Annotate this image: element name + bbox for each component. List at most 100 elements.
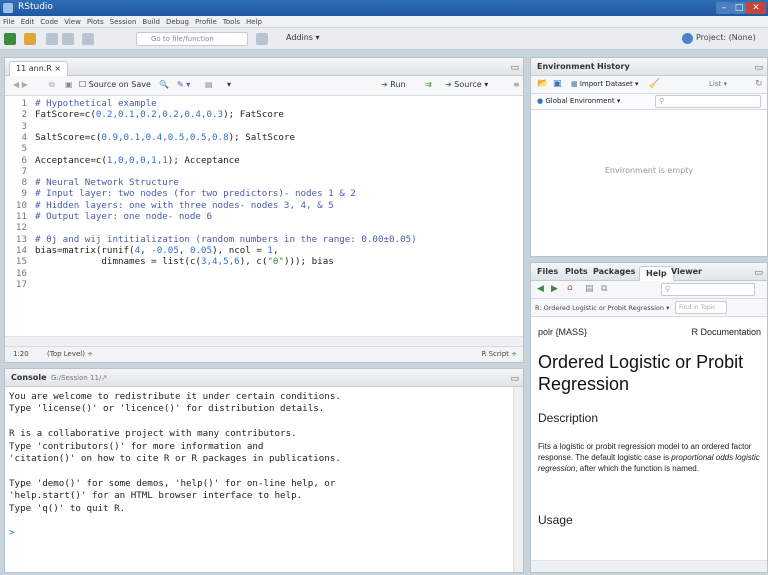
list-view-selector[interactable]: List ▾ xyxy=(709,80,727,88)
code-tools-icon[interactable]: ✎ ▾ xyxy=(177,80,190,89)
code-text: FatScore=c(0.2,0.1,0.2,0.2,0.4,0.3); Fat… xyxy=(35,109,284,120)
tab-plots[interactable]: Plots xyxy=(565,267,588,276)
console-minmax-icon[interactable]: ▭ xyxy=(510,374,519,384)
line-number: 15 xyxy=(15,256,27,268)
close-button[interactable]: ✕ xyxy=(746,2,766,14)
compile-report-icon[interactable]: ▤ xyxy=(205,80,213,89)
code-token: # Output layer: one node- node 6 xyxy=(35,211,213,222)
refresh-icon[interactable]: ↻ xyxy=(755,79,763,89)
code-token: 0.05 xyxy=(189,244,213,256)
code-token: , xyxy=(140,244,152,256)
tab-viewer[interactable]: Viewer xyxy=(671,267,702,276)
menu-help[interactable]: Help xyxy=(243,16,265,28)
code-token: ), ncol = xyxy=(212,244,268,256)
code-text: # Output layer: one node- node 6 xyxy=(35,211,212,222)
more-options-icon[interactable]: ▾ xyxy=(227,80,231,89)
code-token: "θ" xyxy=(267,256,284,268)
tab-help[interactable]: Help xyxy=(639,266,674,281)
addins-menu[interactable]: Addins ▾ xyxy=(286,33,320,42)
minimize-button[interactable]: – xyxy=(716,2,732,14)
menu-view[interactable]: View xyxy=(61,16,84,28)
back-arrow-icon[interactable]: ◀ xyxy=(537,284,544,294)
environment-tab-bar: Environment History ▭ xyxy=(531,58,767,76)
editor-horizontal-scrollbar[interactable] xyxy=(5,336,523,346)
console-vertical-scrollbar[interactable] xyxy=(513,387,523,572)
help-search-input[interactable]: ⚲ xyxy=(661,283,755,296)
help-topic-selector[interactable]: R: Ordered Logistic or Probit Regression… xyxy=(535,304,669,312)
console-prompt[interactable]: > xyxy=(9,527,15,538)
import-dataset-button[interactable]: ▦ Import Dataset ▾ xyxy=(571,80,638,88)
maximize-button[interactable]: □ xyxy=(732,2,746,14)
go-to-directory-icon[interactable]: ➚ xyxy=(101,373,108,382)
load-workspace-icon[interactable]: 📂 xyxy=(537,79,548,89)
run-button[interactable]: ➜ Run xyxy=(381,80,406,89)
environment-search-input[interactable]: ⚲ xyxy=(655,95,761,108)
search-icon[interactable]: 🔍 xyxy=(159,80,169,89)
line-number: 6 xyxy=(21,154,27,166)
go-to-file-input[interactable]: Go to file/function xyxy=(136,32,248,46)
tab-environment[interactable]: Environment xyxy=(537,62,595,71)
line-number: 1 xyxy=(21,98,27,109)
menu-tools[interactable]: Tools xyxy=(220,16,243,28)
back-forward-icon[interactable]: ◀ ▶ xyxy=(13,80,28,89)
source-button[interactable]: ➜ Source ▾ xyxy=(445,80,488,89)
console-title[interactable]: Console xyxy=(11,373,47,382)
files-tab-bar: Files Plots Packages Help Viewer ▭ xyxy=(531,263,767,281)
code-token: Acceptance=c( xyxy=(35,154,107,166)
print-help-icon[interactable]: ▤ xyxy=(585,284,594,294)
project-icon xyxy=(682,33,693,44)
save-file-icon[interactable]: ▣ xyxy=(65,80,73,89)
line-number: 5 xyxy=(21,143,27,155)
code-token: 1,0,0,0,1,1 xyxy=(106,154,168,166)
print-icon[interactable] xyxy=(82,33,94,45)
line-number: 3 xyxy=(21,120,27,132)
help-minmax-icon[interactable]: ▭ xyxy=(754,268,763,278)
find-in-topic-input[interactable]: Find in Topic xyxy=(675,301,727,314)
pane-minmax-icon[interactable]: ▭ xyxy=(510,63,519,73)
code-editor[interactable]: 1 # Hypothetical example 2 FatScore=c(0.2,0… xyxy=(5,96,523,330)
code-text: # Neural Network Structure xyxy=(35,177,179,188)
file-type-selector[interactable]: R Script ÷ xyxy=(482,350,517,358)
help-horizontal-scrollbar[interactable] xyxy=(531,560,767,572)
env-minmax-icon[interactable]: ▭ xyxy=(754,63,763,73)
console-line: 'help.start()' for an HTML browser inter… xyxy=(9,490,303,502)
show-in-window-icon[interactable]: ⧉ xyxy=(49,80,55,90)
tab-11-ann-r[interactable]: 11 ann.R × xyxy=(9,61,69,76)
menu-plots[interactable]: Plots xyxy=(84,16,107,28)
save-all-icon[interactable] xyxy=(62,33,74,45)
open-project-icon[interactable] xyxy=(24,33,36,45)
tab-history[interactable]: History xyxy=(597,62,630,71)
tab-files[interactable]: Files xyxy=(537,267,558,276)
project-menu[interactable]: Project: (None) xyxy=(696,33,756,42)
console-line: Type 'demo()' for some demos, 'help()' f… xyxy=(9,477,336,489)
grid-layout-icon[interactable] xyxy=(256,33,268,45)
forward-arrow-icon[interactable]: ▶ xyxy=(551,284,558,294)
home-icon[interactable]: ⌂ xyxy=(567,283,573,293)
help-content: polr {MASS} R Documentation Ordered Logi… xyxy=(531,317,767,560)
menu-file[interactable]: File xyxy=(0,16,18,28)
menu-code[interactable]: Code xyxy=(37,16,61,28)
console-tab-bar: Console G:/Session 11/ ➚ ▭ xyxy=(5,369,523,387)
clear-broom-icon[interactable]: 🧹 xyxy=(649,79,660,89)
scope-selector[interactable]: (Top Level) ÷ xyxy=(47,350,93,358)
rerun-icon[interactable]: ⇉ xyxy=(425,80,432,89)
save-icon[interactable] xyxy=(46,33,58,45)
save-workspace-icon[interactable]: ▣ xyxy=(553,79,562,89)
outline-icon[interactable]: ≡ xyxy=(513,80,520,89)
source-on-save-checkbox[interactable]: ☐ Source on Save xyxy=(79,80,151,89)
menu-profile[interactable]: Profile xyxy=(192,16,220,28)
tab-packages[interactable]: Packages xyxy=(593,267,635,276)
menu-session[interactable]: Session xyxy=(107,16,140,28)
help-description-text: Fits a logistic or probit regression mod… xyxy=(538,441,760,474)
show-in-window-icon[interactable]: ⧉ xyxy=(601,284,607,294)
new-file-icon[interactable] xyxy=(4,33,16,45)
line-number: 8 xyxy=(21,177,27,189)
menu-build[interactable]: Build xyxy=(139,16,163,28)
cursor-position: 1:20 xyxy=(13,350,29,358)
menu-debug[interactable]: Debug xyxy=(163,16,192,28)
window-title: RStudio xyxy=(18,2,53,12)
console-output[interactable]: You are welcome to redistribute it under… xyxy=(5,387,513,572)
menu-edit[interactable]: Edit xyxy=(18,16,38,28)
code-token: ), c( xyxy=(239,256,268,268)
global-environment-selector[interactable]: ● Global Environment ▾ xyxy=(537,97,620,105)
